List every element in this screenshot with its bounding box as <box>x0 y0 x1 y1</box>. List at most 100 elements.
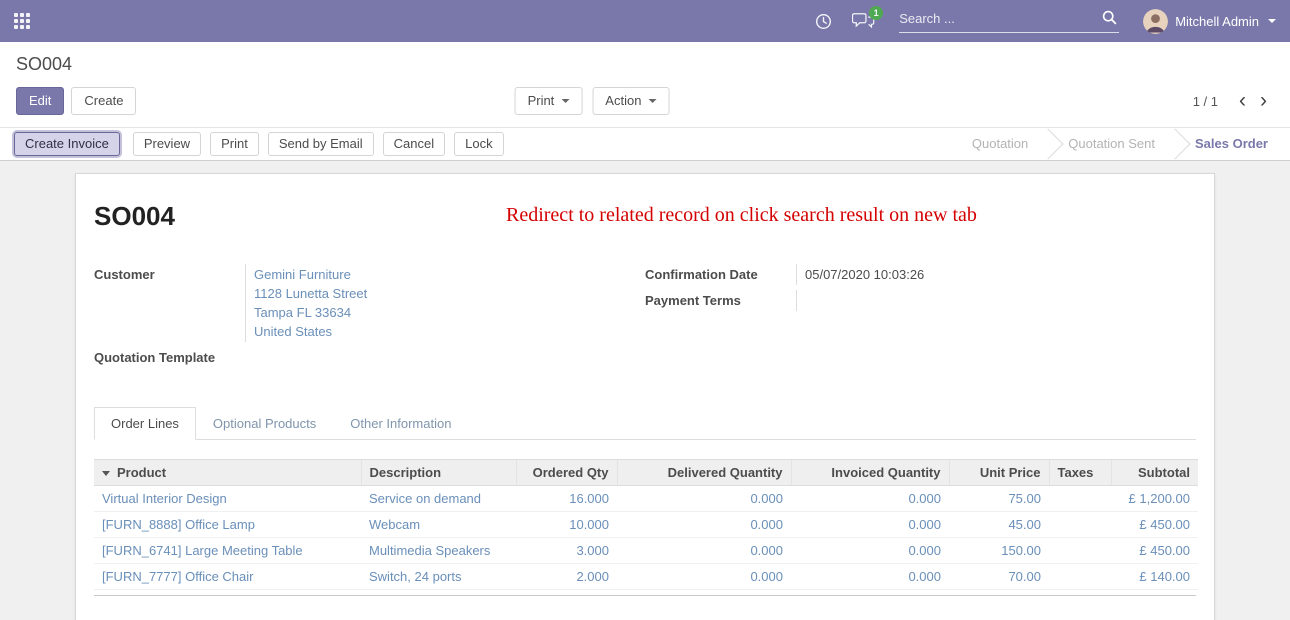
column-header-subtotal[interactable]: Subtotal <box>1111 460 1198 486</box>
cell-subtotal[interactable]: £ 140.00 <box>1111 564 1198 590</box>
payment-terms-value <box>797 290 805 311</box>
cell-description[interactable]: Webcam <box>361 512 516 538</box>
customer-link-line[interactable]: Gemini Furniture <box>254 265 367 284</box>
cell-invoiced-qty[interactable]: 0.000 <box>791 538 949 564</box>
user-menu[interactable]: Mitchell Admin <box>1143 9 1276 34</box>
table-header-row: Product Description Ordered Qty Delivere… <box>94 460 1198 486</box>
cell-invoiced-qty[interactable]: 0.000 <box>791 564 949 590</box>
breadcrumb: SO004 <box>16 54 1274 75</box>
lock-button[interactable]: Lock <box>454 132 503 156</box>
cell-subtotal[interactable]: £ 450.00 <box>1111 512 1198 538</box>
cell-description[interactable]: Multimedia Speakers <box>361 538 516 564</box>
cell-unit-price[interactable]: 45.00 <box>949 512 1049 538</box>
sort-caret-icon <box>102 471 110 476</box>
stage-sales-order[interactable]: Sales Order <box>1177 127 1286 161</box>
messages-badge: 1 <box>869 6 883 20</box>
order-line-row[interactable]: [FURN_7777] Office Chair Switch, 24 port… <box>94 564 1198 590</box>
chevron-down-icon <box>648 99 656 103</box>
search-input[interactable] <box>899 11 1100 26</box>
cell-invoiced-qty[interactable]: 0.000 <box>791 512 949 538</box>
print-button[interactable]: Print <box>210 132 259 156</box>
column-header-delivered-qty[interactable]: Delivered Quantity <box>617 460 791 486</box>
record-sheet: SO004 Redirect to related record on clic… <box>75 173 1215 620</box>
customer-link-line[interactable]: 1128 Lunetta Street <box>254 284 367 303</box>
quotation-template-label: Quotation Template <box>94 347 246 368</box>
cell-unit-price[interactable]: 75.00 <box>949 486 1049 512</box>
apps-menu-icon[interactable] <box>14 13 30 29</box>
confirmation-date-label: Confirmation Date <box>645 264 797 285</box>
cell-invoiced-qty[interactable]: 0.000 <box>791 486 949 512</box>
cancel-button[interactable]: Cancel <box>383 132 445 156</box>
cell-delivered-qty[interactable]: 0.000 <box>617 538 791 564</box>
stage-quotation-sent[interactable]: Quotation Sent <box>1050 127 1173 161</box>
edit-button[interactable]: Edit <box>16 87 64 115</box>
customer-link-line[interactable]: United States <box>254 322 367 341</box>
order-line-row[interactable]: [FURN_8888] Office Lamp Webcam 10.000 0.… <box>94 512 1198 538</box>
pager-prev-button[interactable]: ‹ <box>1232 91 1253 111</box>
cell-delivered-qty[interactable]: 0.000 <box>617 486 791 512</box>
order-lines-table: Product Description Ordered Qty Delivere… <box>94 459 1198 590</box>
form-statusbar: Create Invoice Preview Print Send by Ema… <box>0 127 1290 161</box>
customer-label: Customer <box>94 264 246 342</box>
column-header-ordered-qty[interactable]: Ordered Qty <box>516 460 617 486</box>
tab-other-information[interactable]: Other Information <box>333 407 468 440</box>
column-header-description[interactable]: Description <box>361 460 516 486</box>
control-panel: SO004 Edit Create Print Action 1 / 1 ‹ › <box>0 42 1290 127</box>
cell-taxes[interactable] <box>1049 538 1111 564</box>
cell-taxes[interactable] <box>1049 564 1111 590</box>
status-stages: Quotation Quotation Sent Sales Order <box>954 128 1290 160</box>
cell-ordered-qty[interactable]: 3.000 <box>516 538 617 564</box>
form-content: SO004 Redirect to related record on clic… <box>0 161 1290 620</box>
cell-unit-price[interactable]: 150.00 <box>949 538 1049 564</box>
annotation-note: Redirect to related record on click sear… <box>506 204 977 227</box>
send-by-email-button[interactable]: Send by Email <box>268 132 374 156</box>
cell-subtotal[interactable]: £ 450.00 <box>1111 538 1198 564</box>
activities-clock-icon[interactable] <box>815 13 832 30</box>
cell-delivered-qty[interactable]: 0.000 <box>617 512 791 538</box>
cell-product[interactable]: Virtual Interior Design <box>94 486 361 512</box>
user-name[interactable]: Mitchell Admin <box>1175 14 1259 29</box>
print-dropdown[interactable]: Print <box>515 87 583 115</box>
cell-description[interactable]: Switch, 24 ports <box>361 564 516 590</box>
cell-ordered-qty[interactable]: 2.000 <box>516 564 617 590</box>
pager-count: 1 / 1 <box>1193 94 1218 109</box>
order-line-row[interactable]: Virtual Interior Design Service on deman… <box>94 486 1198 512</box>
action-dropdown[interactable]: Action <box>592 87 669 115</box>
chevron-down-icon <box>1268 19 1276 23</box>
pager-next-button[interactable]: › <box>1253 91 1274 111</box>
confirmation-date-value: 05/07/2020 10:03:26 <box>797 264 924 285</box>
cell-product[interactable]: [FURN_6741] Large Meeting Table <box>94 538 361 564</box>
avatar[interactable] <box>1143 9 1168 34</box>
payment-terms-label: Payment Terms <box>645 290 797 311</box>
quotation-template-value <box>246 347 254 368</box>
cell-taxes[interactable] <box>1049 486 1111 512</box>
navbar-search <box>899 10 1119 33</box>
column-header-taxes[interactable]: Taxes <box>1049 460 1111 486</box>
preview-button[interactable]: Preview <box>133 132 201 156</box>
column-header-product[interactable]: Product <box>94 460 361 486</box>
order-line-row[interactable]: [FURN_6741] Large Meeting Table Multimed… <box>94 538 1198 564</box>
cell-ordered-qty[interactable]: 16.000 <box>516 486 617 512</box>
create-invoice-button[interactable]: Create Invoice <box>14 132 120 156</box>
cell-unit-price[interactable]: 70.00 <box>949 564 1049 590</box>
tab-optional-products[interactable]: Optional Products <box>196 407 333 440</box>
column-header-unit-price[interactable]: Unit Price <box>949 460 1049 486</box>
cell-product[interactable]: [FURN_7777] Office Chair <box>94 564 361 590</box>
cell-ordered-qty[interactable]: 10.000 <box>516 512 617 538</box>
cell-product[interactable]: [FURN_8888] Office Lamp <box>94 512 361 538</box>
record-title: SO004 <box>94 201 175 231</box>
table-bottom-border <box>94 590 1196 596</box>
search-icon[interactable] <box>1100 10 1119 28</box>
top-navbar: 1 Mitchell Admin <box>0 0 1290 42</box>
column-header-invoiced-qty[interactable]: Invoiced Quantity <box>791 460 949 486</box>
chevron-down-icon <box>561 99 569 103</box>
create-button[interactable]: Create <box>71 87 136 115</box>
messages-icon[interactable]: 1 <box>852 12 875 30</box>
tab-order-lines[interactable]: Order Lines <box>94 407 196 440</box>
customer-link-line[interactable]: Tampa FL 33634 <box>254 303 367 322</box>
cell-delivered-qty[interactable]: 0.000 <box>617 564 791 590</box>
cell-taxes[interactable] <box>1049 512 1111 538</box>
notebook-tabs: Order Lines Optional Products Other Info… <box>94 407 1196 440</box>
cell-description[interactable]: Service on demand <box>361 486 516 512</box>
cell-subtotal[interactable]: £ 1,200.00 <box>1111 486 1198 512</box>
